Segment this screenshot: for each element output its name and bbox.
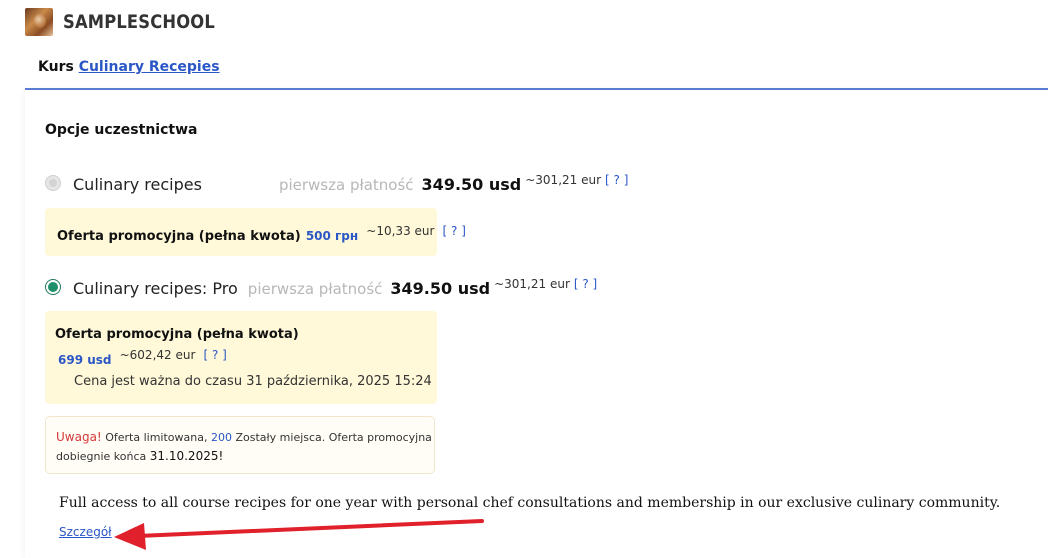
promo-eur: ~10,33 eur: [366, 224, 435, 238]
offer-end-date: 31.10.2025!: [149, 449, 224, 463]
annotation-arrow-icon: [114, 519, 484, 550]
currency-help-link[interactable]: [ ? ]: [605, 173, 628, 187]
promo-help-link[interactable]: [ ? ]: [203, 348, 226, 362]
limited-offer-warning: Uwaga! Oferta limitowana, 200 Zostały mi…: [45, 416, 435, 474]
promo-help-link[interactable]: [ ? ]: [443, 224, 466, 238]
school-logo[interactable]: [25, 8, 53, 36]
course-description: Full access to all course recipes for on…: [59, 495, 1001, 511]
radio-option-basic[interactable]: [45, 175, 61, 191]
first-payment-label: pierwsza płatność: [278, 176, 414, 194]
section-title: Opcje uczestnictwa: [45, 122, 198, 138]
promo-eur: ~602,42 eur: [119, 348, 196, 362]
option-eur: ~301,21 eur: [494, 277, 570, 291]
currency-help-link[interactable]: [ ? ]: [574, 277, 597, 291]
promo-box-pro: Oferta promocyjna (pełna kwota) 699 usd …: [45, 311, 437, 404]
header: SAMPLESCHOOL: [25, 7, 240, 37]
course-link[interactable]: Culinary Recepies: [79, 59, 220, 75]
radio-option-pro[interactable]: [45, 279, 61, 295]
promo-price: 699 usd: [58, 353, 112, 367]
promo-box-basic: Oferta promocyjna (pełna kwota) 500 грн …: [45, 208, 466, 256]
option-row-basic[interactable]: Culinary recipes pierwsza płatność 349.5…: [45, 173, 628, 194]
promo-title: Oferta promocyjna (pełna kwota): [57, 229, 301, 244]
option-price: 349.50 usd: [390, 279, 491, 298]
details-link[interactable]: Szczegół: [59, 525, 112, 539]
promo-price: 500 грн: [305, 229, 359, 243]
option-name: Culinary recipes: [73, 175, 202, 194]
option-price: 349.50 usd: [421, 175, 522, 194]
remaining-count: 200: [210, 431, 232, 444]
warning-text-after: Zostały miejsca. Oferta promocyjna: [235, 431, 432, 444]
first-payment-label: pierwsza płatność: [247, 280, 383, 298]
promo-valid-until: Cena jest ważna do czasu 31 października…: [74, 374, 432, 389]
course-line: Kurs Culinary Recepies: [38, 59, 220, 75]
warning-line2: dobiegnie końca: [56, 450, 147, 463]
warning-label: Uwaga!: [56, 430, 102, 444]
promo-title: Oferta promocyjna (pełna kwota): [55, 327, 299, 342]
warning-text-before: Oferta limitowana,: [105, 431, 208, 444]
school-name[interactable]: SAMPLESCHOOL: [63, 11, 215, 33]
option-eur: ~301,21 eur: [525, 173, 602, 187]
course-prefix: Kurs: [38, 59, 74, 75]
option-row-pro[interactable]: Culinary recipes: Pro pierwsza płatność …: [45, 277, 597, 298]
option-name: Culinary recipes: Pro: [73, 279, 238, 298]
